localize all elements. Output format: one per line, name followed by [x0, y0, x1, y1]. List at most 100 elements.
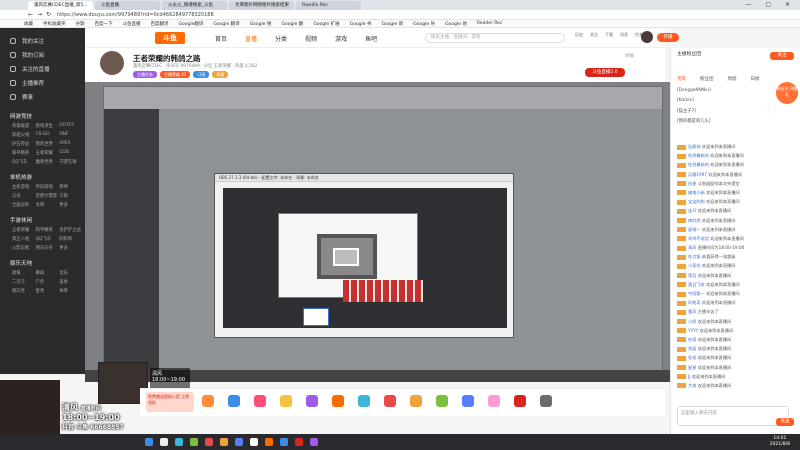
- bookmark-item[interactable]: Google 书: [350, 21, 372, 27]
- video-player[interactable]: OBS 27.1.3 (64-bit) - 配置文件: 未命名 - 场景: 未命…: [85, 82, 670, 382]
- sidebar-category-link[interactable]: 颜值: [12, 270, 34, 276]
- gift-icon[interactable]: [306, 395, 318, 407]
- browser-tab[interactable]: 文库图片网络图片搜索结果: [229, 1, 294, 10]
- chat-username[interactable]: 何星: [688, 181, 696, 186]
- chat-username[interactable]: 中国第一: [688, 291, 705, 296]
- chat-input[interactable]: 这里输入聊天内容: [677, 406, 789, 426]
- sidebar-category-link[interactable]: 王者荣耀: [12, 227, 34, 233]
- taskbar-app-icon[interactable]: [220, 438, 228, 446]
- sidebar-category-link[interactable]: 方舟: [12, 193, 34, 199]
- sidebar-category-link[interactable]: 我的世界: [36, 141, 58, 147]
- sidebar-category-link[interactable]: 文明: [36, 202, 58, 208]
- chat-username[interactable]: 吃饭: [688, 337, 696, 342]
- bookmark-item[interactable]: Google 新: [381, 21, 403, 27]
- search-input[interactable]: 搜索主播、直播间、游戏: [425, 33, 565, 43]
- chat-username[interactable]: 清风: [688, 245, 696, 250]
- refresh-icon[interactable]: ↻: [46, 11, 51, 18]
- header-icon-link[interactable]: 关注: [590, 32, 598, 38]
- sidebar-category-link[interactable]: 金铲铲之战: [59, 227, 81, 233]
- sidebar-category-link[interactable]: 星秀: [36, 288, 58, 294]
- chat-username[interactable]: 蓬风: [688, 309, 696, 314]
- chat-username[interactable]: YYYY: [688, 328, 698, 333]
- chat-username[interactable]: 小家伙: [688, 263, 701, 268]
- gift-icon[interactable]: [436, 395, 448, 407]
- bookmark-item[interactable]: 手机收藏夹: [43, 21, 66, 27]
- sidebar-item[interactable]: 赛事: [4, 90, 81, 104]
- sidebar-item[interactable]: 关注的直播: [4, 62, 81, 76]
- gift-icon[interactable]: [410, 395, 422, 407]
- bookmark-item[interactable]: Google 搜: [250, 21, 272, 27]
- taskbar-app-icon[interactable]: [205, 438, 213, 446]
- taskbar-app-icon[interactable]: [265, 438, 273, 446]
- sidebar-section-title[interactable]: 网游竞技: [4, 112, 81, 120]
- bookmark-item[interactable]: 百度翻译: [151, 21, 169, 27]
- taskbar-app-icon[interactable]: [235, 438, 243, 446]
- sidebar-category-link[interactable]: 更多: [59, 202, 81, 208]
- chat-username[interactable]: 星星: [688, 365, 696, 370]
- streamer-pill[interactable]: 主播任务: [133, 71, 157, 78]
- sidebar-category-link[interactable]: 和平精英: [12, 150, 34, 156]
- chat-username[interactable]: 阿帕奇: [688, 300, 701, 305]
- nav-link[interactable]: 游戏: [335, 34, 347, 43]
- chat-username[interactable]: 大佬: [688, 383, 696, 388]
- bookmark-item[interactable]: Google 地: [445, 21, 467, 27]
- bookmark-item[interactable]: Reader Rec: [477, 21, 503, 26]
- chat-username[interactable]: 泓斯林: [688, 144, 701, 149]
- chat-username[interactable]: 梅欣然: [688, 218, 701, 223]
- chat-username[interactable]: 星城一: [688, 227, 701, 232]
- url-field[interactable]: https://www.douyu.com/9979489?rid=0cd466…: [57, 12, 287, 18]
- bookmark-item[interactable]: Google 翻译: [213, 21, 239, 27]
- sidebar-category-link[interactable]: 火影忍者: [12, 245, 34, 251]
- bookmark-item[interactable]: Google翻译: [179, 21, 204, 27]
- sidebar-category-link[interactable]: DNF: [59, 132, 81, 138]
- bookmark-item[interactable]: 斗鱼直播: [123, 21, 141, 27]
- taskbar-app-icon[interactable]: [310, 438, 318, 446]
- gift-icon[interactable]: [254, 395, 266, 407]
- chat-username[interactable]: 吃到最新的: [688, 162, 709, 167]
- rank-row[interactable]: [猫主子7]: [677, 108, 696, 114]
- nav-link[interactable]: 首页: [215, 34, 227, 43]
- taskbar-app-icon[interactable]: [250, 438, 258, 446]
- sidebar-category-link[interactable]: 体育: [59, 288, 81, 294]
- chat-username[interactable]: 泡面: [688, 346, 696, 351]
- sidebar-category-link[interactable]: 舞蹈: [36, 270, 58, 276]
- taskbar-app-icon[interactable]: [295, 438, 303, 446]
- sidebar-category-link[interactable]: 明日方舟: [36, 245, 58, 251]
- sidebar-category-link[interactable]: 炉石传说: [12, 141, 34, 147]
- taskbar-app-icon[interactable]: [160, 438, 168, 446]
- forward-icon[interactable]: →: [37, 11, 42, 18]
- bookmark-item[interactable]: 谷歌: [76, 21, 85, 27]
- chat-username[interactable]: 月晨1997: [688, 172, 707, 177]
- sidebar-category-link[interactable]: COD: [59, 150, 81, 156]
- sidebar-category-link[interactable]: 魔兽世界: [36, 159, 58, 165]
- bookmark-item[interactable]: Google 扩展: [313, 21, 339, 27]
- user-avatar[interactable]: [641, 31, 653, 43]
- sidebar-category-link[interactable]: 只狼: [59, 193, 81, 199]
- window-controls[interactable]: — ▢ ✕: [745, 1, 796, 8]
- nav-link[interactable]: 视频: [305, 34, 317, 43]
- sidebar-category-link[interactable]: 脱口秀: [12, 288, 34, 294]
- chat-username[interactable]: 吃到最新的: [688, 153, 709, 158]
- sidebar-category-link[interactable]: 荒野大镖客: [36, 193, 58, 199]
- follow-button[interactable]: 关注: [770, 52, 794, 60]
- nav-link[interactable]: 鱼吧: [365, 34, 377, 43]
- sidebar-category-link[interactable]: CS:GO: [36, 132, 58, 138]
- rank-row[interactable]: [Karkie]: [677, 98, 694, 103]
- bookmark-item[interactable]: Google 导: [413, 21, 435, 27]
- send-button[interactable]: 发送: [776, 418, 794, 426]
- chat-username[interactable]: 走开: [688, 208, 696, 213]
- chat-username[interactable]: 毛毛: [688, 355, 696, 360]
- sidebar-category-link[interactable]: 绝地求生: [36, 123, 58, 129]
- sidebar-category-link[interactable]: 和平精英: [36, 227, 58, 233]
- gift-icon[interactable]: [358, 395, 370, 407]
- nav-link[interactable]: 直播: [245, 34, 257, 43]
- header-icon-link[interactable]: 历史: [575, 32, 583, 38]
- nav-link[interactable]: 分类: [275, 34, 287, 43]
- sidebar-section-title[interactable]: 娱乐天地: [4, 259, 81, 267]
- sidebar-category-link[interactable]: 二次元: [12, 279, 34, 285]
- sidebar-item[interactable]: 主播推荐: [4, 76, 81, 90]
- gift-icon[interactable]: [332, 395, 344, 407]
- rank-tab[interactable]: 粉丝团: [700, 76, 714, 82]
- sidebar-category-link[interactable]: 守望先锋: [59, 159, 81, 165]
- streamer-pill[interactable]: 周星: [212, 71, 229, 78]
